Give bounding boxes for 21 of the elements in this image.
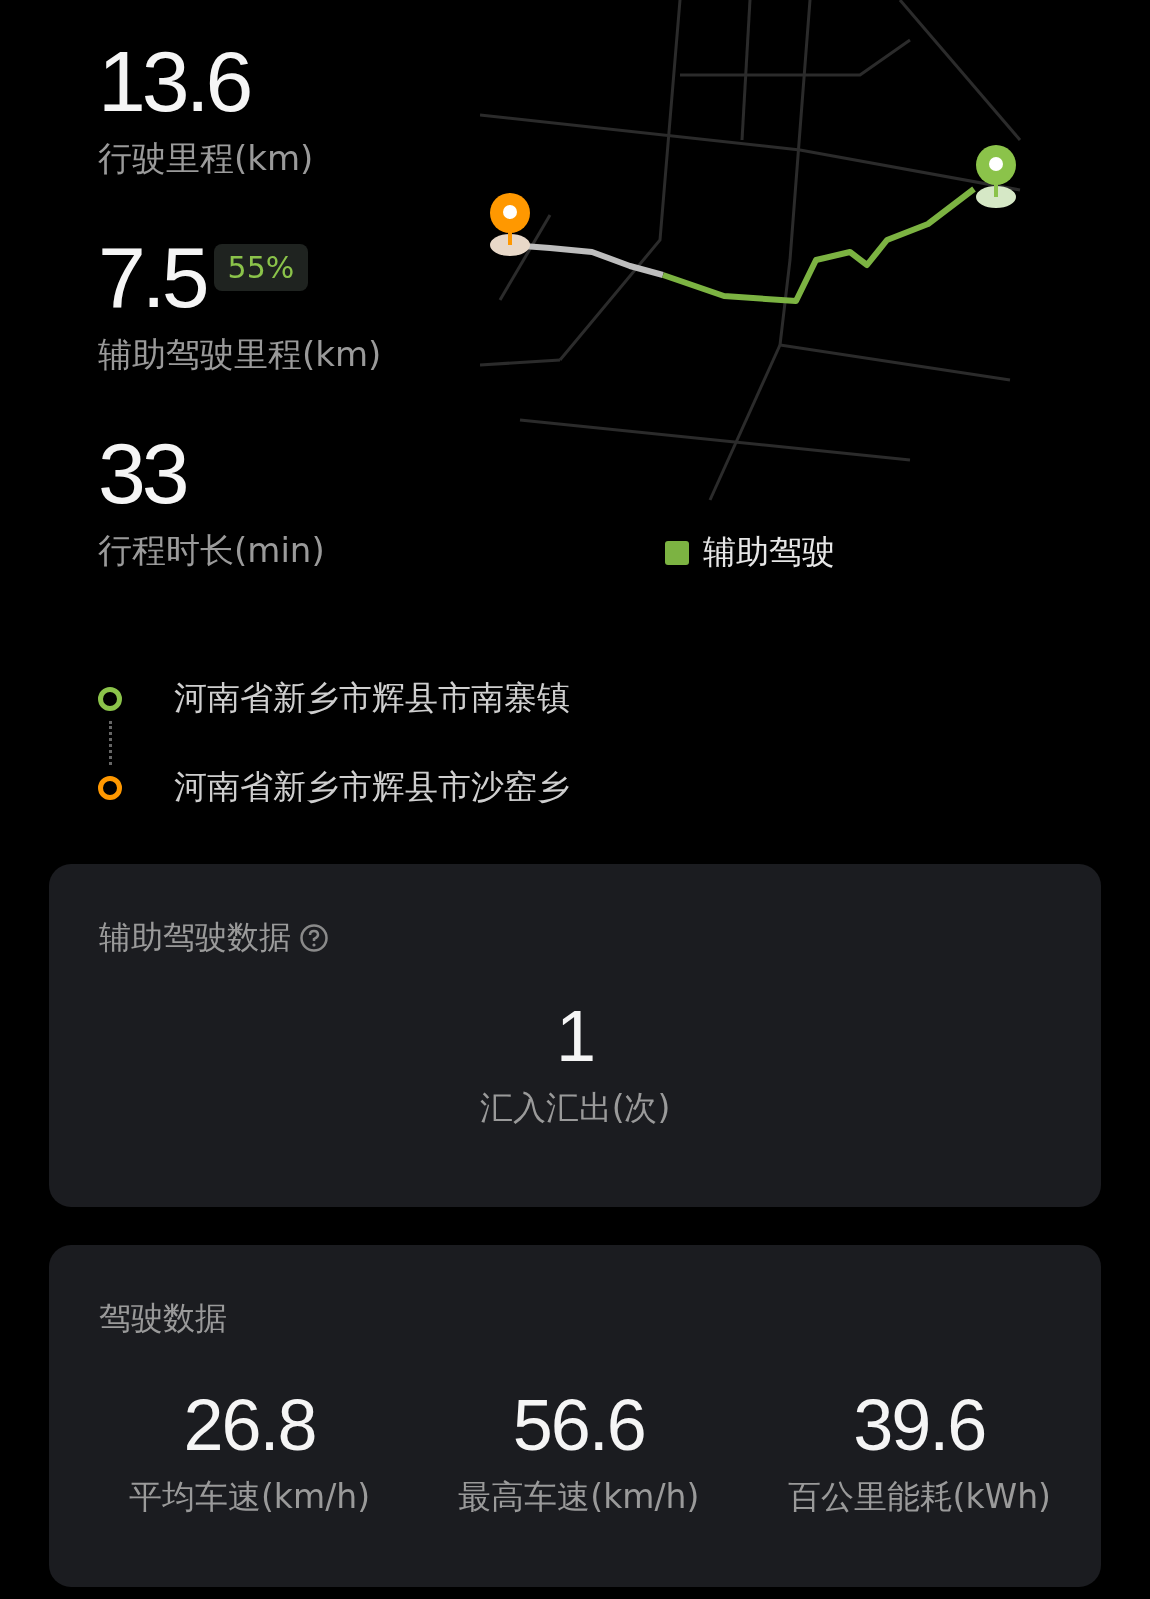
stat-value: 13.6 <box>98 38 250 124</box>
stat-label: 汇入汇出(次) <box>479 1087 671 1129</box>
stat-value: 56.6 <box>512 1389 645 1461</box>
stat-value: 33 <box>98 430 186 516</box>
address-text: 河南省新乡市辉县市南寨镇 <box>174 677 570 719</box>
stat-value: 7.5 <box>98 234 206 320</box>
help-icon[interactable] <box>299 923 329 953</box>
stat-value: 1 <box>555 1000 594 1072</box>
stat-label: 行程时长(min) <box>98 529 326 572</box>
stat-value: 26.8 <box>183 1389 316 1461</box>
stat-label: 平均车速(km/h) <box>129 1476 371 1518</box>
stat-label: 辅助驾驶里程(km) <box>98 333 383 376</box>
stat-label: 行驶里程(km) <box>98 137 315 180</box>
stat-value: 39.6 <box>853 1389 986 1461</box>
stat-label: 最高车速(km/h) <box>458 1476 700 1518</box>
card-title: 驾驶数据 <box>99 1298 227 1339</box>
stat-label: 百公里能耗(kWh) <box>787 1476 1051 1518</box>
legend-label: 辅助驾驶 <box>703 531 835 573</box>
percent-badge: 55% <box>213 243 309 291</box>
card-title: 辅助驾驶数据 <box>99 917 291 958</box>
address-text: 河南省新乡市辉县市沙窑乡 <box>174 766 570 808</box>
